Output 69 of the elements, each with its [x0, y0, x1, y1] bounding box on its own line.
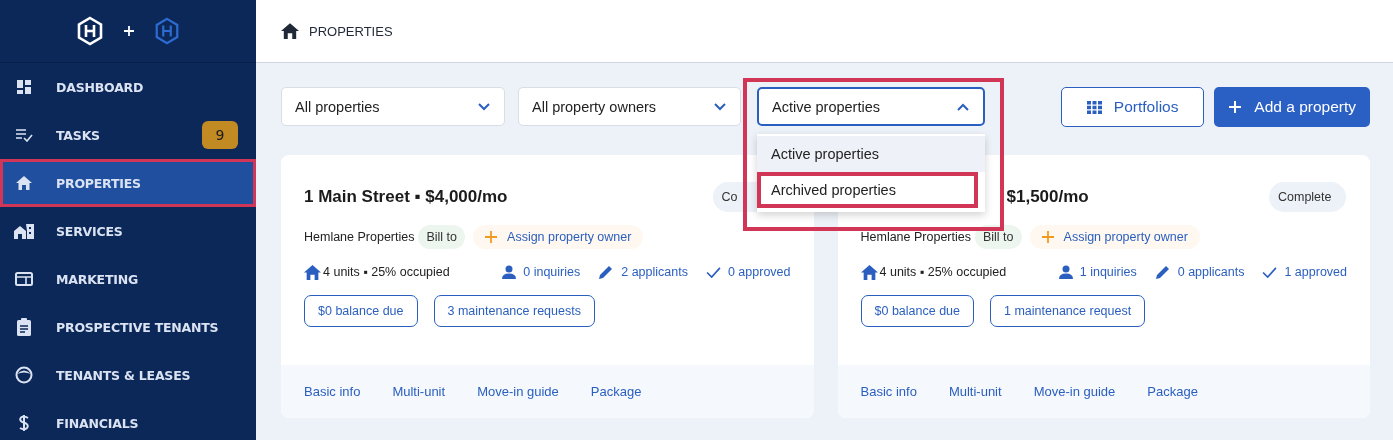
assign-owner-button[interactable]: Assign property owner: [1029, 225, 1200, 249]
filter-dropdown[interactable]: All property owners: [518, 87, 741, 126]
chevron-down-icon: [714, 102, 726, 111]
owner-name: Hemlane Properties: [860, 230, 971, 244]
plus-icon: [485, 231, 498, 243]
approved-link[interactable]: 0 approved: [727, 265, 791, 279]
approved-link[interactable]: 1 approved: [1284, 265, 1347, 279]
nav-item[interactable]: DASHBOARD: [0, 63, 256, 111]
nav-item[interactable]: FINANCIALS: [0, 399, 256, 440]
summary-button[interactable]: $0 balance due: [860, 295, 974, 327]
grid-icon: [1086, 100, 1102, 114]
applicants-link[interactable]: 0 applicants: [1177, 265, 1245, 279]
nav-item[interactable]: SERVICES: [0, 207, 256, 255]
check-icon: [705, 266, 721, 278]
inquiries-link[interactable]: 0 inquiries: [523, 265, 581, 279]
pencil-icon: [598, 264, 615, 280]
card-link[interactable]: Basic info: [860, 384, 917, 399]
buildings-icon: [14, 223, 34, 239]
plus-icon: [123, 25, 135, 37]
billboard-icon: [14, 272, 34, 286]
count-badge: 9: [202, 121, 238, 149]
card-link[interactable]: Package: [590, 384, 642, 399]
units-summary: 4 units ▪ 25% occupied: [879, 265, 1007, 279]
filter-dropdown[interactable]: All properties: [281, 87, 505, 126]
units-summary: 4 units ▪ 25% occupied: [323, 265, 450, 279]
status-badge: Complete: [1269, 182, 1346, 212]
menu-option[interactable]: Active properties: [757, 136, 985, 172]
nav-item[interactable]: PROSPECTIVE TENANTS: [0, 303, 256, 351]
home-icon: [860, 264, 878, 280]
portfolios-button[interactable]: Portfolios: [1061, 87, 1205, 127]
assign-owner-button[interactable]: Assign property owner: [473, 225, 644, 249]
person-icon: [502, 265, 517, 279]
person-icon: [1058, 265, 1073, 279]
pencil-icon: [1154, 264, 1171, 280]
applicants-link[interactable]: 2 applicants: [621, 265, 688, 279]
clipboard-icon: [14, 318, 34, 336]
page-title: PROPERTIES: [309, 23, 393, 39]
card-link[interactable]: Package: [1147, 384, 1198, 399]
chevron-down-icon: [478, 102, 490, 111]
card-link[interactable]: Move-in guide: [1033, 384, 1116, 399]
summary-button[interactable]: $0 balance due: [304, 295, 418, 327]
property-title: 1 Main Street ▪ $4,000/mo: [304, 187, 508, 207]
owner-name: Hemlane Properties: [304, 230, 415, 244]
home-icon: [304, 264, 321, 280]
nav-item[interactable]: PROPERTIES: [0, 159, 256, 207]
face-icon: [14, 366, 34, 384]
home-icon: [281, 23, 299, 39]
plus-icon: [1041, 231, 1054, 243]
checklist-icon: [14, 128, 34, 142]
inquiries-link[interactable]: 1 inquiries: [1079, 265, 1137, 279]
chevron-up-icon: [957, 102, 969, 111]
card-link[interactable]: Multi-unit: [948, 384, 1002, 399]
bill-to-tag: Bill to: [418, 225, 466, 249]
check-icon: [1262, 266, 1278, 278]
logo-icon: [75, 16, 105, 46]
add-button[interactable]: Add a property: [1214, 87, 1370, 127]
filter-dropdown[interactable]: Active properties: [757, 87, 985, 126]
nav-item[interactable]: MARKETING: [0, 255, 256, 303]
card-link[interactable]: Multi-unit: [392, 384, 446, 399]
nav-item[interactable]: TASKS 9: [0, 111, 256, 159]
summary-button[interactable]: 1 maintenance request: [990, 295, 1146, 327]
card-link[interactable]: Move-in guide: [477, 384, 559, 399]
summary-button[interactable]: 3 maintenance requests: [433, 295, 595, 327]
card-link[interactable]: Basic info: [304, 384, 361, 399]
nav-item[interactable]: TENANTS & LEASES: [0, 351, 256, 399]
dashboard-icon: [14, 79, 34, 95]
logo-icon: [153, 17, 181, 45]
plus-icon: [1228, 100, 1243, 114]
home-icon: [14, 176, 34, 190]
